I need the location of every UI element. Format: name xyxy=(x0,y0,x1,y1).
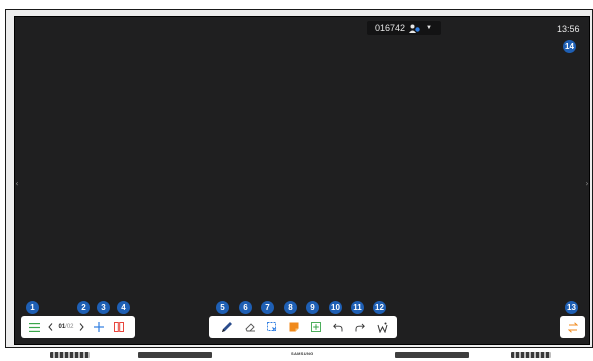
undo-icon[interactable] xyxy=(327,317,349,337)
whiteboard-canvas[interactable] xyxy=(14,16,590,345)
page-overview-icon[interactable] xyxy=(110,317,128,337)
callout-11: 11 xyxy=(351,301,364,314)
sticky-note-icon[interactable] xyxy=(283,317,305,337)
chevron-left-icon[interactable] xyxy=(44,317,56,337)
right-edge-handle-icon[interactable]: › xyxy=(585,178,589,190)
callout-10: 10 xyxy=(329,301,342,314)
select-icon[interactable] xyxy=(261,317,283,337)
eraser-icon[interactable] xyxy=(239,317,261,337)
callout-2: 2 xyxy=(77,301,90,314)
callout-14: 14 xyxy=(563,40,576,53)
callout-4: 4 xyxy=(117,301,130,314)
caret-down-icon: ▼ xyxy=(426,25,432,31)
chevron-right-icon[interactable] xyxy=(76,317,86,337)
toolbar-position-toggle[interactable] xyxy=(560,316,585,338)
pin-code: 016742 xyxy=(375,23,406,33)
callout-13: 13 xyxy=(565,301,578,314)
base-port-strip-left xyxy=(50,352,90,358)
swap-arrows-icon[interactable] xyxy=(566,317,580,337)
callout-12: 12 xyxy=(373,301,386,314)
hamburger-menu-icon[interactable] xyxy=(27,317,41,337)
brand-logo: SAMSUNG xyxy=(291,351,314,356)
page-current: 01 xyxy=(58,324,66,330)
callout-9: 9 xyxy=(306,301,319,314)
base-speaker-right xyxy=(395,352,469,358)
callout-6: 6 xyxy=(239,301,252,314)
callout-5: 5 xyxy=(216,301,229,314)
callout-7: 7 xyxy=(261,301,274,314)
page-indicator: 01/02 xyxy=(56,317,76,337)
user-connect-icon xyxy=(409,24,420,33)
drawing-toolbar xyxy=(209,316,397,338)
left-edge-handle-icon[interactable]: ‹ xyxy=(15,178,19,190)
redo-icon[interactable] xyxy=(349,317,371,337)
base-speaker-left xyxy=(138,352,212,358)
smart-tool-icon[interactable] xyxy=(371,317,393,337)
plus-icon[interactable] xyxy=(90,317,108,337)
base-port-strip-right xyxy=(511,352,551,358)
pen-icon[interactable] xyxy=(218,317,236,337)
page-toolbar: 01/02 xyxy=(21,316,135,338)
pin-code-dropdown[interactable]: 016742 ▼ xyxy=(367,21,441,35)
callout-3: 3 xyxy=(97,301,110,314)
insert-icon[interactable] xyxy=(305,317,327,337)
callout-8: 8 xyxy=(284,301,297,314)
page-total: /02 xyxy=(65,324,74,330)
callout-1: 1 xyxy=(26,301,39,314)
clock-time: 13:56 xyxy=(557,24,580,34)
